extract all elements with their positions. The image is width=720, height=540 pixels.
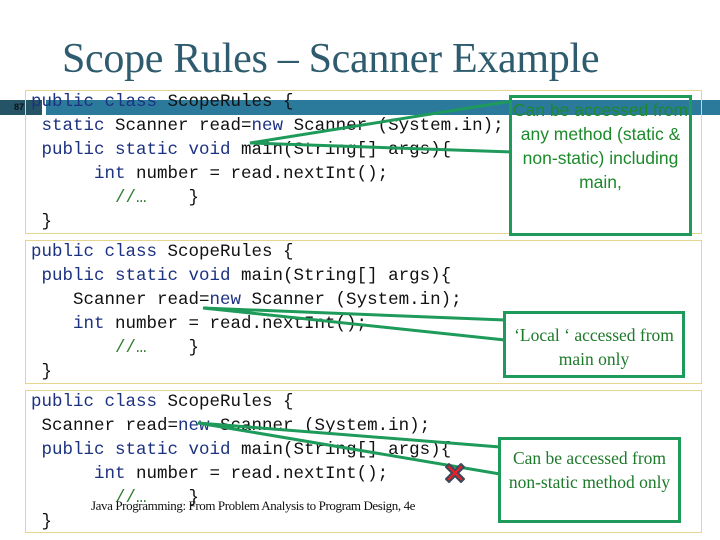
code-keyword: new — [178, 416, 221, 436]
code-line: int number = read.nextInt(); — [31, 312, 462, 336]
code-text: ScopeRules { — [167, 92, 294, 112]
code-keyword: public static void — [31, 266, 242, 286]
code-line: Scanner read=new Scanner (System.in); — [31, 288, 462, 312]
code-keyword: public static void — [31, 440, 242, 460]
callout-local-variable: ‘Local ‘ accessed from main only — [503, 311, 685, 378]
code-example-2: public class ScopeRules { public static … — [31, 240, 462, 384]
code-keyword: public class — [31, 392, 168, 412]
code-keyword: public static void — [31, 140, 242, 160]
code-line: public static void main(String[] args){ — [31, 138, 504, 162]
code-keyword: int — [31, 464, 137, 484]
code-line: //… } — [31, 186, 504, 210]
code-text: ScopeRules { — [167, 242, 294, 262]
code-keyword: int — [31, 164, 137, 184]
code-text: ScopeRules { — [167, 392, 294, 412]
code-text: } — [31, 512, 53, 532]
code-text: } — [31, 212, 53, 232]
code-line: //… } — [31, 336, 462, 360]
code-text: main(String[] args){ — [241, 440, 452, 460]
code-line: public class ScopeRules { — [31, 390, 451, 414]
code-line: Scanner read=new Scanner (System.in); — [31, 414, 451, 438]
code-text: } — [31, 362, 53, 382]
code-comment: //… — [31, 188, 147, 208]
code-line: int number = read.nextInt(); — [31, 462, 451, 486]
code-text: Scanner (System.in); — [251, 290, 462, 310]
code-line: int number = read.nextInt(); — [31, 162, 504, 186]
code-line: static Scanner read=new Scanner (System.… — [31, 114, 504, 138]
code-text: Scanner read= — [31, 290, 210, 310]
code-line: public static void main(String[] args){ — [31, 438, 452, 462]
code-keyword: new — [209, 290, 252, 310]
callout-instance-field: Can be accessed from non-static method o… — [498, 437, 681, 523]
code-text: } — [146, 188, 200, 208]
code-text: Scanner read= — [115, 116, 252, 136]
code-text: main(String[] args){ — [241, 140, 452, 160]
code-text: main(String[] args){ — [241, 266, 452, 286]
slide-title: Scope Rules – Scanner Example — [62, 36, 600, 82]
code-line: } — [31, 360, 462, 384]
code-keyword: new — [251, 116, 294, 136]
code-line: public class ScopeRules { — [31, 240, 462, 264]
code-keyword: public class — [31, 92, 168, 112]
callout-static-field: Can be accessed from any method (static … — [509, 95, 692, 236]
x-icon — [445, 463, 465, 483]
code-text: number = read.nextInt(); — [115, 314, 368, 334]
code-text: Scanner (System.in); — [220, 416, 431, 436]
code-text: number = read.nextInt(); — [136, 164, 389, 184]
code-text: Scanner (System.in); — [293, 116, 504, 136]
code-text: } — [146, 338, 200, 358]
code-keyword: public class — [31, 242, 168, 262]
code-keyword: int — [31, 314, 116, 334]
code-line: } — [31, 210, 504, 234]
code-text: Scanner read= — [31, 416, 179, 436]
code-keyword: static — [31, 116, 116, 136]
code-comment: //… — [31, 338, 147, 358]
code-text: number = read.nextInt(); — [136, 464, 389, 484]
code-line: public class ScopeRules { — [31, 90, 504, 114]
slide-footer: Java Programming: From Problem Analysis … — [91, 498, 416, 513]
code-example-1: public class ScopeRules { static Scanner… — [31, 90, 504, 234]
code-line: public static void main(String[] args){ — [31, 264, 462, 288]
